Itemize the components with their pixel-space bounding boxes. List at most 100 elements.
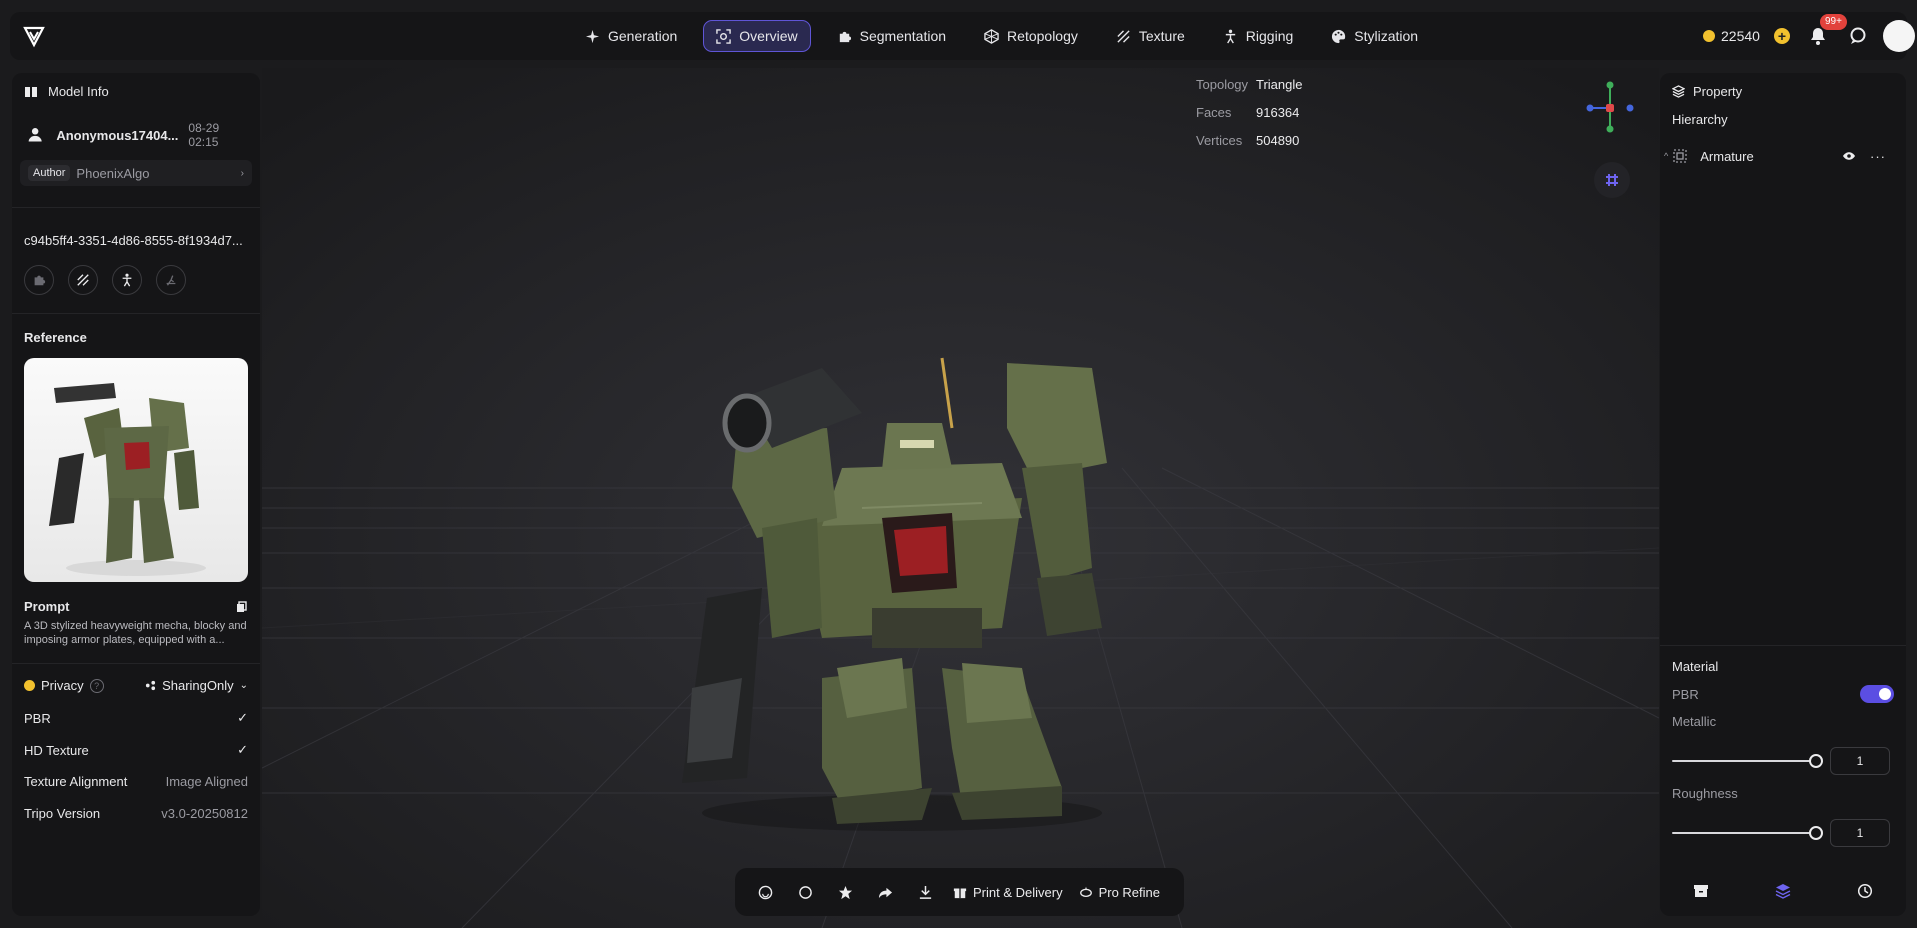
credits-display[interactable]: 22540 + [1703,23,1790,49]
runner-icon [166,275,176,286]
tab-label: Segmentation [859,28,947,44]
archive-icon[interactable] [1693,883,1709,899]
add-credits-icon[interactable]: + [1773,28,1790,44]
pro-refine-label: Pro Refine [1098,884,1160,900]
help-icon[interactable]: ? [89,678,104,693]
prop-value: ✓ [237,742,248,757]
viewport-scene [262,68,1659,928]
roughness-slider-thumb[interactable] [1809,826,1823,840]
chevron-down-icon: ⌄ [239,680,248,691]
tab-label: Generation [608,28,678,44]
favorite-button[interactable] [825,876,865,908]
author-row[interactable]: Author PhoenixAlgo › [20,160,252,186]
download-button[interactable] [905,876,945,908]
user-row[interactable]: Anonymous17404... 08-29 02:15 [24,121,248,149]
reference-mech-image [49,383,206,576]
panel-footer-tabs [1660,866,1906,916]
privacy-dropdown[interactable]: SharingOnly ⌄ [145,678,248,693]
grid-toggle-button[interactable] [1594,162,1630,198]
pbr-toggle-row: PBR [1672,685,1894,703]
reference-image[interactable] [24,358,248,582]
tab-label: Retopology [1007,28,1078,44]
puzzle-icon [839,31,851,42]
armature-icon [1673,149,1687,163]
book-icon [25,86,37,97]
stat-key: Vertices [1196,132,1243,148]
stat-row-vertices: Vertices 504890 [1196,126,1302,154]
pbr-label: PBR [1672,686,1699,702]
tab-overview[interactable]: Overview [703,20,811,52]
axis-gizmo-icon[interactable] [1585,80,1635,136]
model-stats: Topology Triangle Faces 916364 Vertices … [1196,70,1302,154]
copy-icon[interactable] [236,600,248,613]
stat-key: Topology [1196,76,1249,92]
prompt-title: Prompt [24,599,70,614]
metallic-slider-thumb[interactable] [1809,754,1823,768]
mech-model [682,357,1107,831]
pro-refine-button[interactable]: Pro Refine [1071,876,1168,908]
history-icon[interactable] [1857,883,1873,899]
metallic-slider-track[interactable] [1672,760,1817,762]
chat-icon[interactable] [1848,26,1868,46]
roughness-input[interactable]: 1 [1830,819,1890,847]
privacy-label: Privacy [41,678,84,693]
property-panel: Property Hierarchy ^ Armature ··· Materi… [1660,73,1906,916]
share-button[interactable] [865,876,905,908]
prompt-text: A 3D stylized heavyweight mecha, blocky … [24,620,247,646]
roughness-slider-track[interactable] [1672,832,1817,834]
created-date: 08-29 02:15 [188,121,220,149]
like-button[interactable] [745,876,785,908]
print-delivery-label: Print & Delivery [973,884,1063,900]
divider [1660,645,1906,646]
smile-icon [758,885,772,899]
privacy-row: Privacy ? SharingOnly ⌄ [24,678,248,693]
pbr-toggle[interactable] [1860,685,1894,703]
tab-label: Rigging [1245,28,1294,44]
animate-tool-button[interactable] [156,265,186,295]
tab-label: Stylization [1354,28,1419,44]
collapse-icon[interactable]: ^ [1664,151,1668,161]
panel-title: Property [1693,84,1743,99]
rig-tool-button[interactable] [112,265,142,295]
layers-icon [1672,85,1685,98]
tab-segmentation[interactable]: Segmentation [825,20,958,52]
tab-rigging[interactable]: Rigging [1211,20,1305,52]
share-arrow-icon [878,887,892,898]
model-info-panel: Model Info Anonymous17404... 08-29 02:15… [12,73,260,916]
user-icon [28,128,42,142]
texture-tool-button[interactable] [68,265,98,295]
person-icon [1225,29,1235,43]
divider [12,663,260,664]
stat-row-topology: Topology Triangle [1196,70,1302,98]
texture-icon [1117,29,1130,43]
stat-key: Faces [1196,104,1232,120]
coin-icon [1703,30,1715,42]
top-bar: Generation Overview Segmentation Retopol… [10,12,1915,60]
divider [12,207,260,208]
3d-viewport[interactable] [262,68,1659,928]
stat-row-faces: Faces 916364 [1196,98,1302,126]
metallic-input[interactable]: 1 [1830,747,1890,775]
reset-view-button[interactable] [785,876,825,908]
prop-row-pbr: PBR ✓ [24,710,248,726]
more-options-icon[interactable]: ··· [1870,149,1886,164]
credits-value: 22540 [1721,28,1760,44]
grid-icon [1606,174,1618,186]
tab-stylization[interactable]: Stylization [1319,20,1430,52]
tab-texture[interactable]: Texture [1104,20,1197,52]
tab-label: Texture [1138,28,1185,44]
privacy-value: SharingOnly [162,678,234,693]
eye-icon[interactable] [1842,151,1856,161]
app-logo-icon[interactable] [22,24,46,48]
segment-tool-button[interactable] [24,265,54,295]
prop-key: Texture Alignment [24,774,128,789]
layers-tab-icon[interactable] [1775,883,1791,899]
hierarchy-item-armature[interactable]: ^ Armature ··· [1664,148,1894,164]
chevron-right-icon: › [240,167,244,179]
model-id[interactable]: c94b5ff4-3351-4d86-8555-8f1934d7... [24,233,248,248]
tab-retopology[interactable]: Retopology [972,20,1090,52]
tab-generation[interactable]: Generation [573,20,689,52]
print-delivery-button[interactable]: Print & Delivery [945,876,1071,908]
user-avatar[interactable] [1883,20,1915,52]
circle-icon [798,885,812,899]
